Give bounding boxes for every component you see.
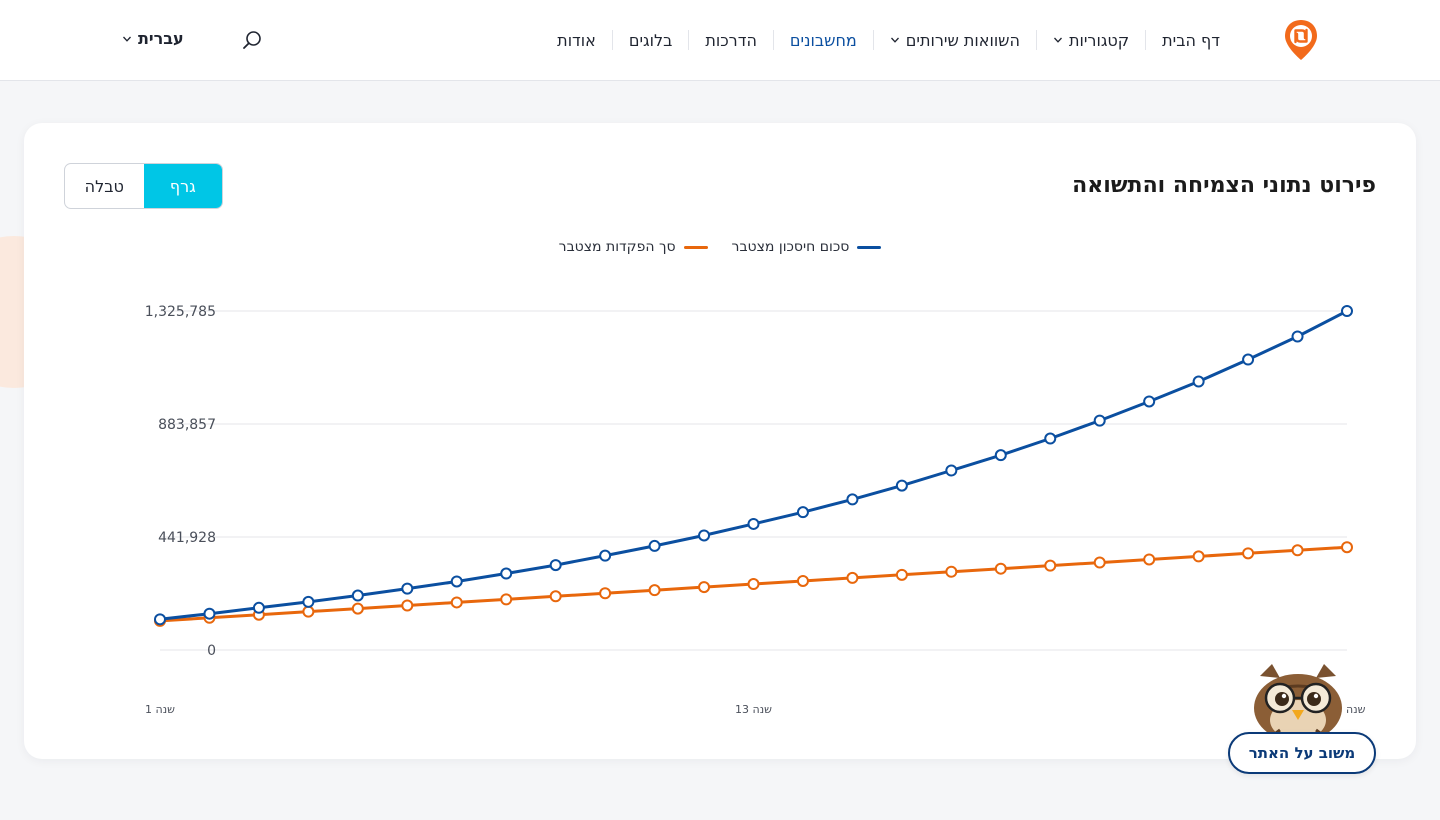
- data-point-savings: [1143, 395, 1156, 408]
- data-point-deposits: [302, 605, 315, 618]
- nav-item-home[interactable]: דף הבית: [1145, 30, 1236, 50]
- data-point-deposits: [994, 562, 1007, 575]
- y-tick-label: 1,325,785: [145, 304, 216, 320]
- data-point-deposits: [1242, 547, 1255, 560]
- x-tick-label: שנה 13: [735, 703, 772, 716]
- site-feedback-button[interactable]: משוב על האתר: [1228, 732, 1376, 774]
- data-point-deposits: [698, 581, 711, 594]
- chevron-down-icon: [1053, 37, 1062, 43]
- data-point-savings: [1341, 305, 1353, 317]
- search-icon[interactable]: [241, 29, 263, 51]
- language-label: עברית: [138, 29, 184, 48]
- data-point-deposits: [351, 602, 364, 615]
- data-point-savings: [698, 529, 711, 542]
- nav-item-label: מחשבונים: [789, 30, 857, 50]
- data-point-deposits: [1093, 556, 1106, 569]
- data-point-deposits: [796, 574, 809, 587]
- nav-item-label: השוואות שירותים: [905, 30, 1020, 50]
- data-point-savings: [1291, 330, 1304, 343]
- data-point-savings: [648, 539, 661, 552]
- data-point-deposits: [500, 593, 513, 606]
- data-point-savings: [994, 449, 1007, 462]
- data-point-deposits: [1044, 559, 1057, 572]
- data-point-savings: [154, 613, 166, 626]
- nav-item-label: בלוגים: [628, 30, 673, 50]
- data-point-savings: [599, 549, 612, 562]
- nav-item-label: הדרכות: [705, 30, 757, 50]
- data-point-deposits: [747, 578, 760, 591]
- nav-item-blogs[interactable]: בלוגים: [611, 30, 689, 50]
- data-point-deposits: [1291, 544, 1304, 557]
- y-tick-label: 883,857: [158, 417, 216, 433]
- data-point-savings: [351, 589, 364, 602]
- growth-line-chart: 0441,928883,8571,325,785שנה 1שנה 13שנה 2…: [145, 304, 1366, 716]
- data-point-savings: [1242, 353, 1255, 366]
- data-point-deposits: [599, 587, 612, 600]
- nav-item-label: קטגוריות: [1068, 30, 1130, 50]
- data-point-deposits: [450, 596, 463, 609]
- language-selector[interactable]: עברית: [122, 29, 184, 48]
- nav-item-label: דף הבית: [1162, 30, 1220, 50]
- data-point-deposits: [648, 584, 661, 597]
- data-point-deposits: [846, 571, 859, 584]
- site-header: דף הבית קטגוריות השוואות שירותים מחשבוני…: [0, 0, 1440, 81]
- data-point-savings: [1044, 432, 1057, 445]
- data-point-deposits: [1192, 550, 1205, 563]
- data-point-savings: [1093, 414, 1106, 427]
- y-tick-label: 0: [207, 643, 216, 659]
- main-nav: דף הבית קטגוריות השוואות שירותים מחשבוני…: [541, 0, 1236, 80]
- nav-item-categories[interactable]: קטגוריות: [1035, 30, 1145, 50]
- data-point-deposits: [945, 565, 958, 578]
- nav-item-label: אודות: [557, 30, 596, 50]
- data-point-deposits: [401, 599, 414, 612]
- data-point-savings: [945, 464, 958, 477]
- x-tick-label: שנה 1: [145, 703, 175, 716]
- data-point-savings: [302, 595, 315, 608]
- shekel-location-pin-icon[interactable]: [1283, 18, 1319, 62]
- data-point-deposits: [1143, 553, 1156, 566]
- data-point-savings: [796, 506, 809, 519]
- data-point-deposits: [549, 590, 562, 603]
- data-point-savings: [203, 607, 216, 620]
- data-point-savings: [500, 567, 513, 580]
- data-point-savings: [846, 493, 859, 506]
- data-point-savings: [252, 601, 265, 614]
- nav-item-calculators[interactable]: מחשבונים: [772, 30, 873, 50]
- data-point-savings: [747, 517, 760, 530]
- data-point-savings: [450, 575, 463, 588]
- data-point-savings: [1192, 375, 1205, 388]
- chevron-down-icon: [123, 36, 131, 42]
- series-line-savings: [159, 309, 1348, 621]
- data-point-savings: [549, 559, 562, 572]
- data-point-deposits: [1341, 541, 1353, 554]
- chevron-down-icon: [890, 37, 899, 43]
- data-point-savings: [401, 582, 414, 595]
- data-point-savings: [895, 479, 908, 492]
- y-tick-label: 441,928: [158, 530, 216, 546]
- owl-mascot-icon[interactable]: [1250, 662, 1346, 742]
- growth-details-card: פירוט נתוני הצמיחה והתשואה גרף טבלה סכום…: [24, 123, 1416, 759]
- nav-item-about[interactable]: אודות: [541, 30, 612, 50]
- data-point-deposits: [895, 568, 908, 581]
- nav-item-service-comparisons[interactable]: השוואות שירותים: [872, 30, 1036, 50]
- nav-item-guides[interactable]: הדרכות: [688, 30, 773, 50]
